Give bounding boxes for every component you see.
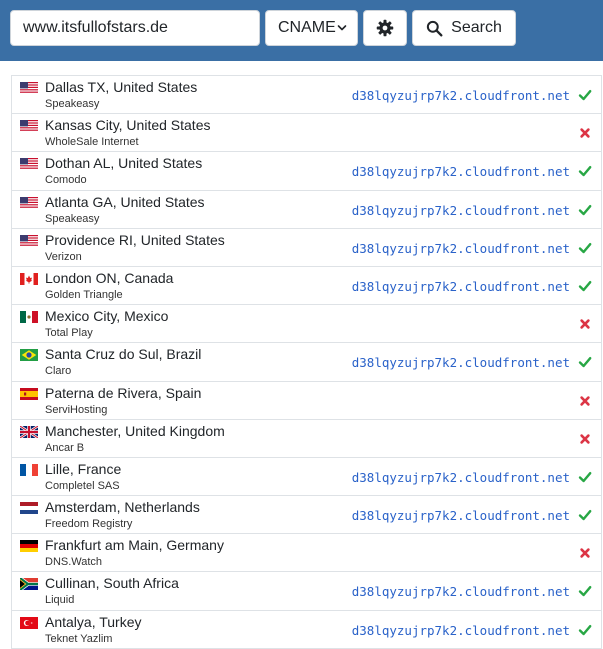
flag-nl-icon: [20, 502, 38, 515]
cross-icon: [580, 319, 590, 329]
server-provider: WholeSale Internet: [45, 136, 139, 149]
result-row[interactable]: Antalya, Turkey Teknet Yazlim d38lqyzujrp7…: [12, 610, 601, 649]
server-location: Paterna de Rivera, Spain: [45, 384, 202, 401]
server-provider: Speakeasy: [45, 212, 100, 225]
resolved-value: d38lqyzujrp7k2.cloudfront.net: [351, 622, 570, 638]
result-row[interactable]: Kansas City, United States WholeSale Inte…: [12, 114, 601, 153]
server-provider: Ancar B: [45, 441, 85, 454]
check-icon: [578, 624, 592, 635]
server-provider: ServiHosting: [45, 403, 108, 416]
chevron-down-icon: [337, 25, 347, 31]
server-location: Atlanta GA, United States: [45, 193, 205, 210]
flag-fr-icon: [20, 463, 38, 476]
server-provider: Liquid: [45, 594, 75, 607]
server-location: Cullinan, South Africa: [45, 575, 179, 592]
check-icon: [578, 510, 592, 521]
result-row[interactable]: London ON, Canada Golden Triangle d38lqyzu…: [12, 266, 601, 306]
flag-de-icon: [20, 540, 38, 553]
flag-tr-icon: [20, 616, 38, 629]
result-row[interactable]: Paterna de Rivera, Spain ServiHosting: [12, 381, 601, 420]
result-row[interactable]: Providence RI, United States Verizon d38lq…: [12, 228, 601, 267]
server-location: Frankfurt am Main, Germany: [45, 537, 224, 554]
search-button[interactable]: Search: [412, 10, 516, 46]
server-location: Dallas TX, United States: [45, 79, 198, 95]
search-button-label: Search: [451, 19, 502, 36]
server-provider: DNS.Watch: [45, 556, 103, 569]
resolved-value: d38lqyzujrp7k2.cloudfront.net: [351, 355, 570, 371]
resolved-value: d38lqyzujrp7k2.cloudfront.net: [351, 508, 570, 524]
flag-ca-icon: [20, 272, 38, 285]
server-provider: Golden Triangle: [45, 288, 123, 301]
magnifier-icon: [426, 20, 443, 36]
result-row[interactable]: Amsterdam, Netherlands Freedom Registry d3…: [12, 496, 601, 535]
flag-mx-icon: [20, 311, 38, 324]
result-row[interactable]: Lille, France Completel SAS d38lqyzujrp7k2…: [12, 457, 601, 497]
check-icon: [578, 90, 592, 101]
check-icon: [578, 242, 592, 253]
server-location: Lille, France: [45, 460, 122, 477]
server-location: Providence RI, United States: [45, 231, 225, 248]
resolved-value: d38lqyzujrp7k2.cloudfront.net: [351, 88, 570, 103]
server-location: Amsterdam, Netherlands: [45, 499, 200, 516]
cross-icon: [580, 548, 590, 558]
server-location: Kansas City, United States: [45, 117, 211, 134]
domain-input[interactable]: [10, 10, 260, 46]
result-row[interactable]: Cullinan, South Africa Liquid d38lqyzujrp7…: [12, 572, 601, 611]
server-provider: Speakeasy: [45, 98, 100, 110]
server-location: London ON, Canada: [45, 269, 174, 286]
server-location: Dothan AL, United States: [45, 155, 203, 172]
flag-br-icon: [20, 349, 38, 362]
result-row[interactable]: Frankfurt am Main, Germany DNS.Watch: [12, 534, 601, 573]
resolved-value: d38lqyzujrp7k2.cloudfront.net: [351, 584, 570, 600]
resolved-value: d38lqyzujrp7k2.cloudfront.net: [351, 240, 570, 256]
flag-us-icon: [20, 120, 38, 133]
resolved-value: d38lqyzujrp7k2.cloudfront.net: [351, 469, 570, 485]
server-provider: Completel SAS: [45, 479, 120, 492]
cross-icon: [580, 128, 590, 138]
flag-es-icon: [20, 387, 38, 400]
cross-icon: [580, 433, 590, 444]
check-icon: [578, 357, 592, 368]
server-provider: Verizon: [45, 250, 82, 263]
resolved-value: d38lqyzujrp7k2.cloudfront.net: [351, 278, 570, 294]
flag-us-icon: [20, 158, 38, 171]
result-row[interactable]: Mexico City, Mexico Total Play: [12, 305, 601, 344]
cross-icon: [580, 395, 590, 406]
result-row[interactable]: Manchester, United Kingdom Ancar B: [12, 419, 601, 458]
server-provider: Total Play: [45, 327, 93, 340]
flag-us-icon: [20, 196, 38, 209]
resolved-value: d38lqyzujrp7k2.cloudfront.net: [351, 202, 570, 218]
result-row[interactable]: Dothan AL, United States Comodo d38lqyzujr…: [12, 152, 601, 191]
server-location: Manchester, United Kingdom: [45, 422, 225, 439]
check-icon: [578, 204, 592, 215]
resolved-value: d38lqyzujrp7k2.cloudfront.net: [351, 164, 570, 180]
result-row[interactable]: Santa Cruz do Sul, Brazil Claro d38lqyzujr…: [12, 343, 601, 382]
settings-button[interactable]: [363, 10, 407, 46]
flag-gb-icon: [20, 425, 38, 438]
results-list: Dallas TX, United States Speakeasy d38lqyz…: [11, 75, 602, 649]
record-type-value: CNAME: [278, 19, 336, 36]
server-provider: Teknet Yazlim: [45, 632, 113, 645]
gear-icon: [376, 19, 394, 37]
server-provider: Freedom Registry: [45, 518, 133, 531]
server-provider: Claro: [45, 365, 72, 378]
check-icon: [578, 586, 592, 597]
check-icon: [578, 471, 592, 483]
server-provider: Comodo: [45, 174, 87, 187]
result-row[interactable]: Atlanta GA, United States Speakeasy d38lqy…: [12, 190, 601, 229]
flag-us-icon: [20, 234, 38, 247]
server-location: Antalya, Turkey: [45, 613, 142, 630]
check-icon: [578, 280, 592, 292]
flag-za-icon: [20, 578, 38, 591]
flag-us-icon: [20, 82, 38, 94]
result-row[interactable]: Dallas TX, United States Speakeasy d38lqyz…: [12, 76, 601, 115]
check-icon: [578, 166, 592, 177]
server-location: Santa Cruz do Sul, Brazil: [45, 346, 202, 363]
server-location: Mexico City, Mexico: [45, 308, 169, 325]
search-header: CNAME Search: [0, 0, 603, 61]
record-type-select[interactable]: CNAME: [265, 10, 358, 46]
